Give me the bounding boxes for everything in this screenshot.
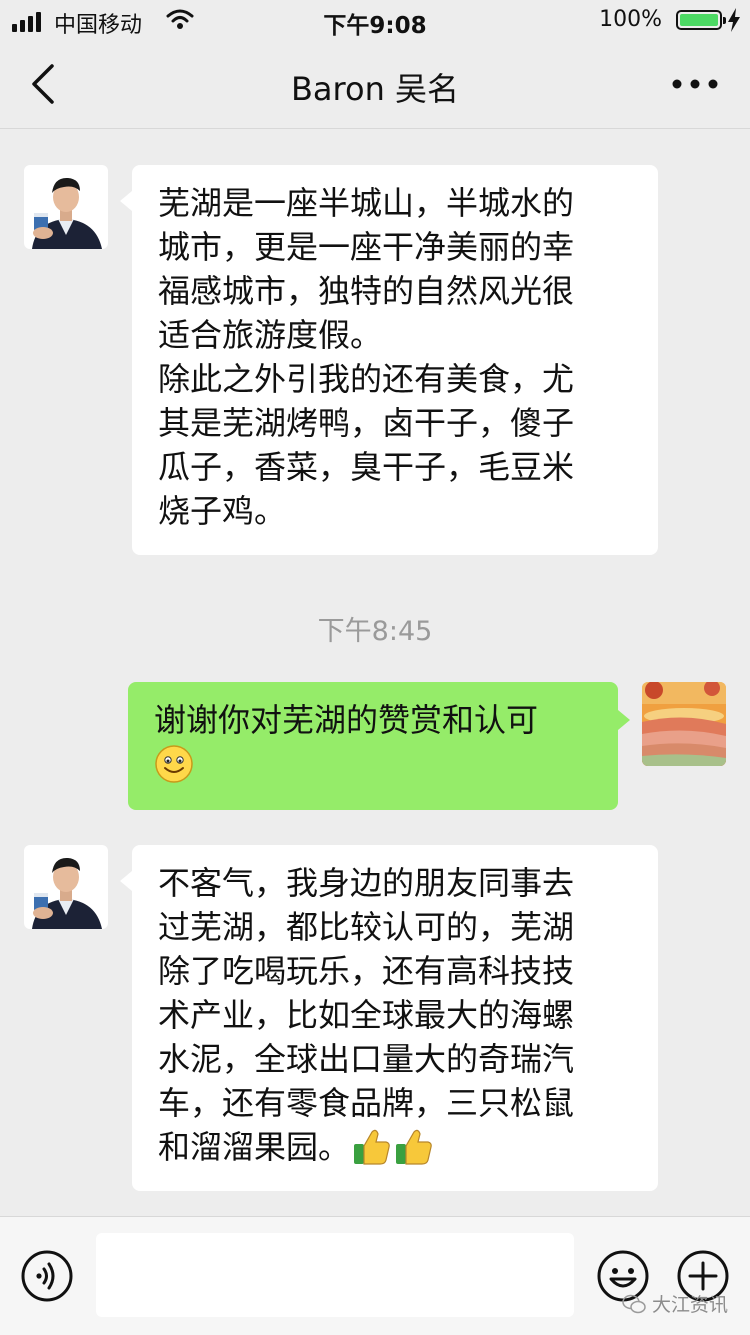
outgoing-message-bubble[interactable]: 谢谢你对芜湖的赞赏和认可 — [128, 682, 630, 810]
time-separator: 下午8:45 — [317, 616, 433, 647]
more-dots-icon[interactable] — [670, 70, 720, 98]
contact-avatar[interactable] — [24, 165, 108, 249]
battery-icon — [676, 10, 726, 30]
message-text: 不客气，我身边的朋友同事去 过芜湖，都比较认可的，芜湖 除了吃喝玩乐，还有高科技… — [158, 864, 575, 1166]
thumbs-up-emoji-icon — [396, 1129, 432, 1165]
watermark: 大江资讯 — [622, 1290, 728, 1317]
battery-percent: 100% — [599, 7, 662, 32]
status-bar: 中国移动 下午9:08 100% — [0, 0, 750, 40]
message-text: 芜湖是一座半城山，半城水的 城市，更是一座干净美丽的幸 福感城市，独特的自然风光… — [158, 184, 575, 530]
watermark-text: 大江资讯 — [651, 1294, 728, 1316]
voice-icon[interactable] — [20, 1249, 74, 1303]
message-text: 谢谢你对芜湖的赞赏和认可 — [154, 701, 539, 739]
input-bar — [0, 1216, 750, 1335]
smile-emoji-icon — [155, 745, 193, 783]
incoming-message-bubble[interactable]: 不客气，我身边的朋友同事去 过芜湖，都比较认可的，芜湖 除了吃喝玩乐，还有高科技… — [120, 845, 658, 1191]
thumbs-up-emoji-icon — [354, 1129, 390, 1165]
wechat-logo-icon — [622, 1294, 646, 1313]
my-avatar[interactable] — [642, 682, 726, 766]
incoming-message-bubble[interactable]: 芜湖是一座半城山，半城水的 城市，更是一座干净美丽的幸 福感城市，独特的自然风光… — [120, 165, 658, 555]
battery-fill — [680, 14, 718, 26]
chat-area[interactable]: 芜湖是一座半城山，半城水的 城市，更是一座干净美丽的幸 福感城市，独特的自然风光… — [0, 129, 750, 1216]
nav-bar: Baron 吴名 — [0, 40, 750, 129]
charging-bolt-icon — [728, 8, 740, 32]
contact-avatar[interactable] — [24, 845, 108, 929]
chat-title: Baron 吴名 — [290, 70, 460, 108]
message-input[interactable] — [96, 1233, 574, 1317]
